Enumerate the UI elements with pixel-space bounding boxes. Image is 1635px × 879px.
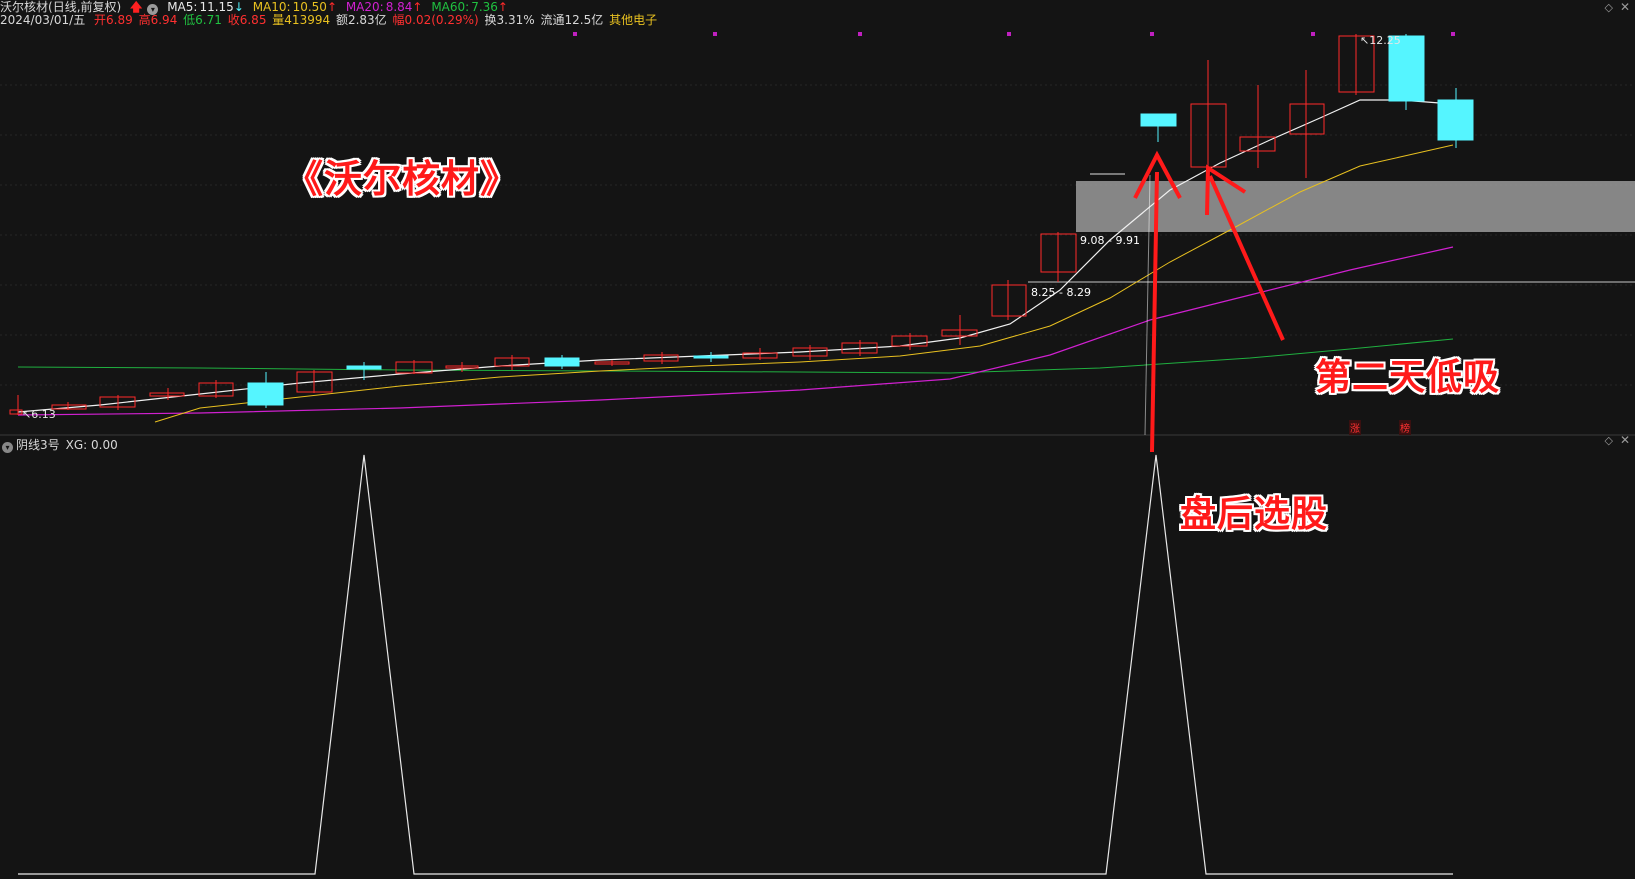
low-price-value: 6.13 [31, 408, 56, 421]
quote-sector[interactable]: 其他电子 [609, 13, 657, 27]
rise-arrow-icon: 🡅 [130, 0, 143, 14]
event-markers [573, 32, 1455, 36]
layout-diamond-icon[interactable]: ◇ [1605, 1, 1613, 14]
quote-low: 低6.71 [183, 13, 222, 27]
zone-lower-label: 8.25 - 8.29 [1031, 286, 1091, 299]
ma60-value: 7.36 [471, 0, 498, 14]
indicator-diamond-icon[interactable]: ◇ [1605, 434, 1613, 447]
high-price-mark: ↖12.25 [1360, 34, 1401, 47]
ma20-label: MA20: [345, 0, 384, 14]
quote-date: 2024/03/01/五 [0, 13, 86, 27]
limit-up-tag[interactable]: 涨 [1349, 420, 1361, 435]
ma20-value: 8.84 [385, 0, 413, 14]
ma10-value: 10.50 [292, 0, 327, 14]
ma10-label: MA10: [252, 0, 291, 14]
indicator-xg-value: XG: 0.00 [65, 438, 118, 452]
indicator-header[interactable]: ▾ 阴线3号 XG: 0.00 [2, 436, 118, 453]
high-price-value: 12.25 [1369, 34, 1401, 47]
chart-mode: (日线,前复权) [48, 0, 122, 14]
quote-high: 高6.94 [138, 13, 178, 27]
quote-turnover: 换3.31% [484, 13, 535, 27]
price-grid [0, 84, 1635, 386]
quote-volume: 量413994 [272, 13, 331, 27]
rank-list-tag[interactable]: 榜 [1399, 420, 1411, 435]
ma5-label: MA5: [167, 0, 198, 14]
quote-bar: 2024/03/01/五 开6.89 高6.94 低6.71 收6.85 量41… [0, 13, 662, 27]
after-close-annotation: 盘后选股 [1180, 494, 1329, 535]
ma60-line [17, 338, 1454, 374]
price-zone [1076, 181, 1635, 232]
indicator-name[interactable]: 阴线3号 [16, 438, 60, 452]
quote-amplitude: 幅0.02(0.29%) [392, 13, 479, 27]
quote-amount: 额2.83亿 [335, 13, 387, 27]
chart-canvas[interactable] [0, 0, 1635, 879]
ma5-line [17, 99, 1454, 413]
indicator-menu-icon[interactable]: ▾ [2, 442, 13, 453]
ma20-trend-icon: ↑ [412, 0, 423, 14]
ma5-value: 11.15 [199, 0, 234, 14]
quote-close: 收6.85 [227, 13, 267, 27]
ma60-label: MA60: [431, 0, 470, 14]
close-icon[interactable]: ✕ [1620, 0, 1630, 14]
indicator-close-icon[interactable]: ✕ [1620, 433, 1630, 447]
quote-open: 开6.89 [94, 13, 133, 27]
quote-float-cap: 流通12.5亿 [540, 13, 604, 27]
second-day-annotation: 第二天低吸 [1315, 357, 1501, 398]
zone-upper-label: 9.08 - 9.91 [1080, 234, 1140, 247]
low-price-mark: ↖6.13 [22, 408, 56, 421]
stock-name: 沃尔核材 [0, 0, 49, 14]
stock-title-annotation: 《沃尔核材》 [285, 157, 520, 201]
ma10-trend-icon: ↑ [326, 0, 337, 14]
ma5-trend-icon: ↓ [233, 0, 244, 14]
ma60-trend-icon: ↑ [497, 0, 508, 14]
